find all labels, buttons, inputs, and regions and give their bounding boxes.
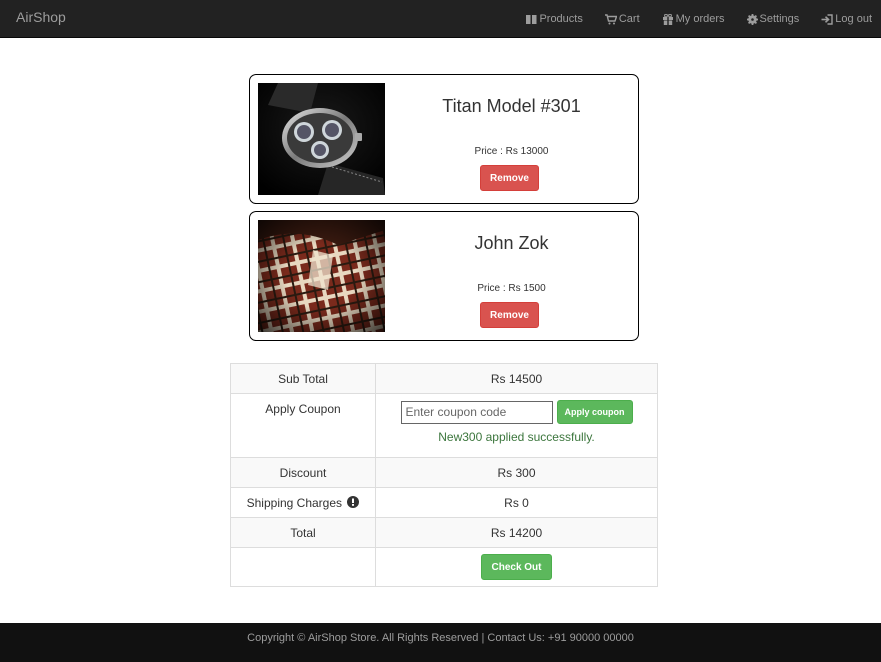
empty-cell [230,547,376,587]
footer-text: Copyright © AirShop Store. All Rights Re… [247,632,634,644]
shopping-cart-icon [604,13,617,24]
brand-link[interactable]: AirShop [16,9,66,25]
nav-my-orders-label: My orders [675,13,725,25]
product-price: Price : Rs 1500 [477,283,546,294]
subtotal-label: Sub Total [230,363,376,394]
table-row: Apply Coupon Apply coupon New300 applied… [230,393,658,458]
product-name: Titan Model #301 [442,96,581,116]
apply-coupon-button[interactable]: Apply coupon [556,400,633,424]
coupon-cell: Apply coupon New300 applied successfully… [375,393,658,458]
table-row: Check Out [230,547,658,587]
discount-value: Rs 300 [375,457,658,488]
table-row: Sub Total Rs 14500 [230,363,658,394]
nav-cart-label: Cart [618,13,640,25]
shipping-label-cell: Shipping Charges [230,487,376,518]
remove-button[interactable]: Remove [480,302,539,328]
th-large-icon [526,14,537,24]
checkout-button[interactable]: Check Out [481,554,552,580]
cart-item-info: John Zok Price : Rs 1500 Remove [385,212,638,340]
total-value: Rs 14200 [375,517,658,548]
cart-item-info: Titan Model #301 Price : Rs 13000 Remove [385,75,638,203]
nav-log-out[interactable]: Log out [821,13,872,25]
table-row: Shipping Charges Rs 0 [230,487,658,518]
navbar: AirShop Products Cart My orders Settings… [0,0,881,38]
cart-item: John Zok Price : Rs 1500 Remove [249,211,639,341]
product-name: John Zok [474,233,549,253]
coupon-form: Apply coupon [376,400,657,424]
order-summary-table: Sub Total Rs 14500 Apply Coupon Apply co… [230,363,658,587]
product-price: Price : Rs 13000 [474,146,549,157]
coupon-success-message: New300 applied successfully. [438,430,595,444]
nav-menu: Products Cart My orders Settings Log out [504,0,872,38]
shipping-label: Shipping Charges [246,495,343,510]
nav-products[interactable]: Products [526,13,583,25]
nav-cart[interactable]: Cart [604,13,640,25]
nav-settings[interactable]: Settings [746,13,800,25]
footer: Copyright © AirShop Store. All Rights Re… [0,623,881,662]
product-image-shirt [258,220,385,332]
nav-settings-label: Settings [759,13,800,25]
table-row: Total Rs 14200 [230,517,658,548]
nav-my-orders[interactable]: My orders [662,13,725,25]
nav-products-label: Products [539,13,583,25]
subtotal-value: Rs 14500 [375,363,658,394]
product-image-watch [258,83,385,195]
table-row: Discount Rs 300 [230,457,658,488]
log-in-icon [821,13,833,25]
discount-label: Discount [230,457,376,488]
remove-button[interactable]: Remove [480,165,539,191]
checkout-cell: Check Out [375,547,658,587]
coupon-input[interactable] [400,400,553,424]
coupon-label: Apply Coupon [230,393,376,458]
exclamation-sign-icon[interactable] [347,495,360,508]
nav-log-out-label: Log out [835,13,872,25]
cart-item: Titan Model #301 Price : Rs 13000 Remove [249,74,639,204]
cog-icon [746,13,758,25]
total-label: Total [230,517,376,548]
shipping-value: Rs 0 [375,487,658,518]
gift-icon [662,13,673,25]
